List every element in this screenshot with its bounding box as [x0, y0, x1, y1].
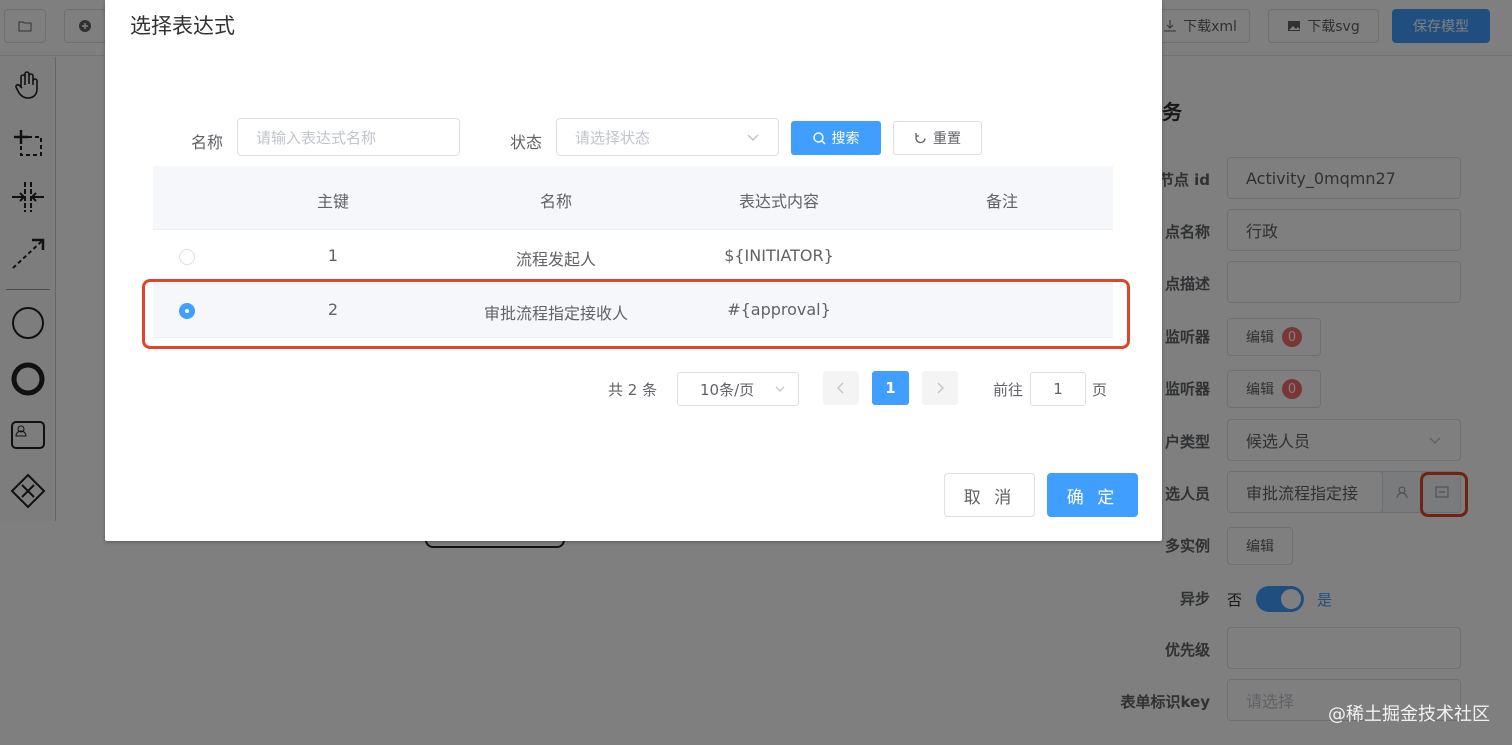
goto-label: 前往: [993, 381, 1024, 399]
selected-row-highlight: [142, 279, 1130, 349]
row-radio[interactable]: [179, 249, 195, 265]
chevron-left-icon: [837, 382, 844, 394]
name-filter-input[interactable]: 请输入表达式名称: [237, 118, 460, 156]
goto-page-input[interactable]: 1: [1030, 372, 1086, 406]
watermark: @稀土掘金技术社区: [1328, 704, 1490, 725]
chevron-down-icon: [775, 386, 785, 392]
search-icon: [812, 131, 825, 144]
page-suffix: 页: [1092, 381, 1108, 399]
status-placeholder: 请选择状态: [575, 128, 651, 147]
status-filter-select[interactable]: 请选择状态: [556, 118, 779, 156]
search-label: 搜索: [831, 131, 860, 147]
status-filter-label: 状态: [510, 133, 543, 152]
search-button[interactable]: 搜索: [791, 121, 881, 155]
table-header: 主键 名称 表达式内容 备注: [153, 166, 1113, 230]
column-header-remark: 备注: [985, 192, 1018, 211]
reset-button[interactable]: 重置: [893, 121, 982, 155]
cancel-button[interactable]: 取 消: [944, 473, 1035, 517]
chevron-right-icon: [937, 382, 944, 394]
pagination-total: 共 2 条: [608, 381, 658, 399]
page-number-button[interactable]: 1: [872, 371, 909, 405]
cell-name: 流程发起人: [515, 250, 596, 269]
table-row[interactable]: 1 流程发起人 ${INITIATOR}: [153, 230, 1113, 284]
dialog-title: 选择表达式: [130, 14, 235, 38]
next-page-button[interactable]: [922, 371, 958, 405]
column-header-id: 主键: [316, 192, 349, 211]
chevron-down-icon: [747, 134, 759, 142]
refresh-icon: [915, 132, 926, 143]
page-size-select[interactable]: 10条/页: [677, 372, 799, 406]
prev-page-button[interactable]: [823, 371, 859, 405]
column-header-content: 表达式内容: [738, 192, 819, 211]
cell-id: 1: [327, 246, 339, 265]
confirm-button[interactable]: 确 定: [1047, 473, 1138, 517]
column-header-name: 名称: [539, 192, 572, 211]
select-expression-dialog: 选择表达式 名称 请输入表达式名称 状态 请选择状态 搜索 重置 主键 名称 表…: [105, 0, 1162, 541]
reset-label: 重置: [933, 131, 961, 147]
page-size-value: 10条/页: [700, 380, 755, 399]
cell-content: ${INITIATOR}: [724, 246, 834, 265]
name-filter-label: 名称: [191, 133, 224, 152]
